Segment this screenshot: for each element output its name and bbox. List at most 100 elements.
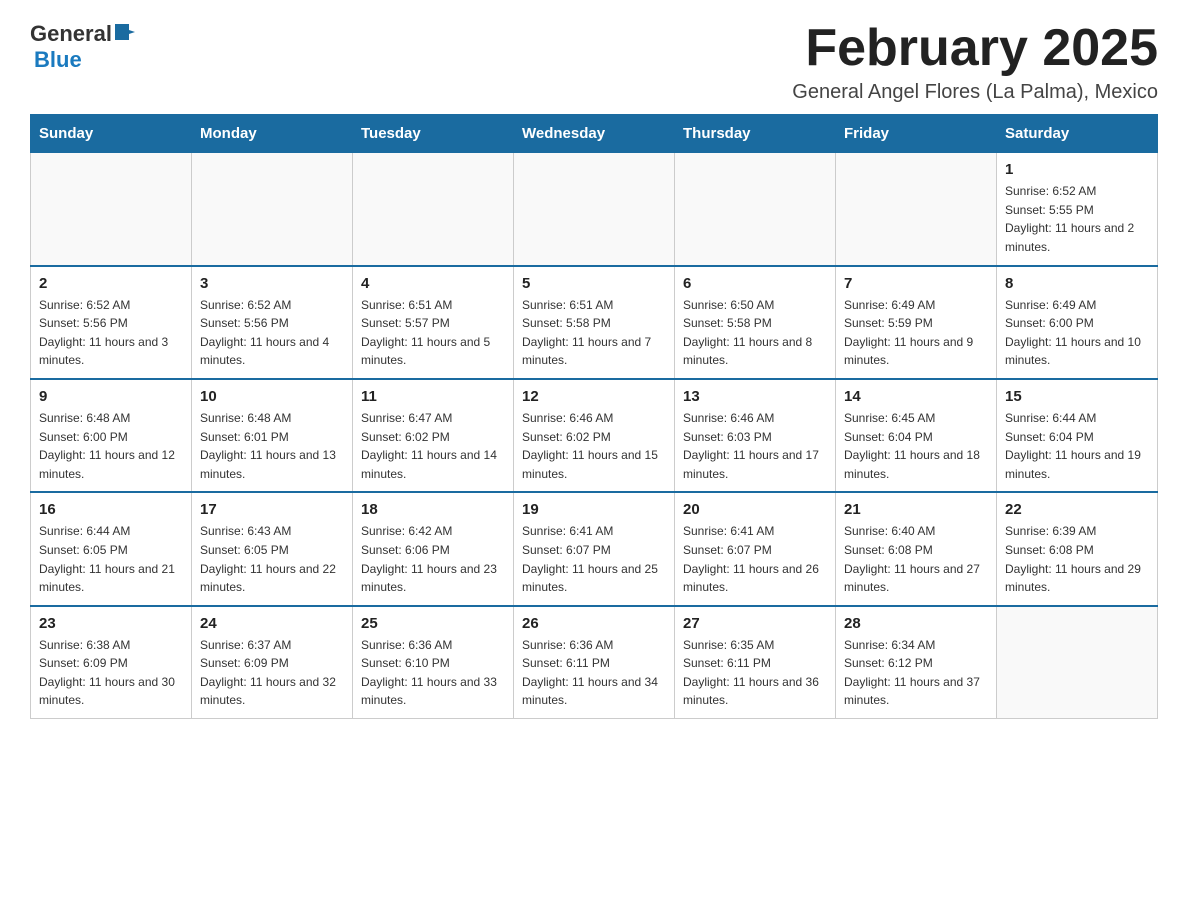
logo-general: General bbox=[30, 21, 112, 47]
calendar-cell-w1-d4 bbox=[514, 153, 675, 266]
day-number: 24 bbox=[200, 615, 344, 632]
day-number: 27 bbox=[683, 615, 827, 632]
calendar-cell-w5-d5: 27 Sunrise: 6:35 AMSunset: 6:11 PMDayligh… bbox=[675, 606, 836, 719]
header-sunday: Sunday bbox=[31, 115, 192, 153]
day-number: 12 bbox=[522, 388, 666, 405]
calendar-week-3: 9Sunrise: 6:48 AMSunset: 6:00 PMDaylight… bbox=[31, 379, 1158, 492]
day-number: 6 bbox=[683, 275, 827, 292]
day-number: 15 bbox=[1005, 388, 1149, 405]
day-info: Sunrise: 6:51 AMSunset: 5:57 PMDaylight:… bbox=[361, 296, 505, 370]
day-number: 2 bbox=[39, 275, 183, 292]
day-info: Sunrise: 6:44 AMSunset: 6:05 PMDaylight:… bbox=[39, 522, 183, 596]
day-number: 16 bbox=[39, 501, 183, 518]
calendar-cell-w3-d4: 12 Sunrise: 6:46 AMSunset: 6:02 PMDayligh… bbox=[514, 379, 675, 492]
header-tuesday: Tuesday bbox=[353, 115, 514, 153]
day-info: Sunrise: 6:43 AMSunset: 6:05 PMDaylight:… bbox=[200, 522, 344, 596]
day-number: 4 bbox=[361, 275, 505, 292]
day-number: 17 bbox=[200, 501, 344, 518]
calendar-cell-w3-d3: 11Sunrise: 6:47 AMSunset: 6:02 PMDayligh… bbox=[353, 379, 514, 492]
day-number: 26 bbox=[522, 615, 666, 632]
day-number: 5 bbox=[522, 275, 666, 292]
month-title: February 2025 bbox=[792, 20, 1158, 77]
calendar-week-5: 23Sunrise: 6:38 AMSunset: 6:09 PMDayligh… bbox=[31, 606, 1158, 719]
header-monday: Monday bbox=[192, 115, 353, 153]
calendar-cell-w2-d1: 2 Sunrise: 6:52 AMSunset: 5:56 PMDaylight… bbox=[31, 266, 192, 379]
day-number: 8 bbox=[1005, 275, 1149, 292]
day-number: 7 bbox=[844, 275, 988, 292]
calendar-cell-w4-d2: 17 Sunrise: 6:43 AMSunset: 6:05 PMDayligh… bbox=[192, 492, 353, 605]
day-info: Sunrise: 6:48 AMSunset: 6:01 PMDaylight:… bbox=[200, 409, 344, 483]
calendar-week-4: 16 Sunrise: 6:44 AMSunset: 6:05 PMDayligh… bbox=[31, 492, 1158, 605]
calendar-cell-w4-d6: 21 Sunrise: 6:40 AMSunset: 6:08 PMDayligh… bbox=[836, 492, 997, 605]
day-info: Sunrise: 6:39 AMSunset: 6:08 PMDaylight:… bbox=[1005, 522, 1149, 596]
day-info: Sunrise: 6:37 AMSunset: 6:09 PMDaylight:… bbox=[200, 636, 344, 710]
day-info: Sunrise: 6:51 AMSunset: 5:58 PMDaylight:… bbox=[522, 296, 666, 370]
calendar-cell-w3-d2: 10 Sunrise: 6:48 AMSunset: 6:01 PMDayligh… bbox=[192, 379, 353, 492]
day-number: 28 bbox=[844, 615, 988, 632]
day-number: 22 bbox=[1005, 501, 1149, 518]
day-info: Sunrise: 6:34 AMSunset: 6:12 PMDaylight:… bbox=[844, 636, 988, 710]
day-number: 13 bbox=[683, 388, 827, 405]
calendar-cell-w1-d3 bbox=[353, 153, 514, 266]
title-section: February 2025 General Angel Flores (La P… bbox=[792, 20, 1158, 104]
calendar-cell-w4-d1: 16 Sunrise: 6:44 AMSunset: 6:05 PMDayligh… bbox=[31, 492, 192, 605]
logo: General Blue bbox=[30, 20, 135, 73]
day-info: Sunrise: 6:52 AMSunset: 5:56 PMDaylight:… bbox=[200, 296, 344, 370]
day-number: 23 bbox=[39, 615, 183, 632]
calendar-cell-w2-d2: 3 Sunrise: 6:52 AMSunset: 5:56 PMDaylight… bbox=[192, 266, 353, 379]
calendar-cell-w3-d5: 13 Sunrise: 6:46 AMSunset: 6:03 PMDayligh… bbox=[675, 379, 836, 492]
calendar-cell-w2-d6: 7 Sunrise: 6:49 AMSunset: 5:59 PMDaylight… bbox=[836, 266, 997, 379]
day-info: Sunrise: 6:46 AMSunset: 6:02 PMDaylight:… bbox=[522, 409, 666, 483]
day-info: Sunrise: 6:50 AMSunset: 5:58 PMDaylight:… bbox=[683, 296, 827, 370]
calendar-cell-w1-d5 bbox=[675, 153, 836, 266]
calendar-cell-w2-d5: 6 Sunrise: 6:50 AMSunset: 5:58 PMDaylight… bbox=[675, 266, 836, 379]
calendar-cell-w4-d5: 20 Sunrise: 6:41 AMSunset: 6:07 PMDayligh… bbox=[675, 492, 836, 605]
header-wednesday: Wednesday bbox=[514, 115, 675, 153]
day-number: 21 bbox=[844, 501, 988, 518]
day-info: Sunrise: 6:46 AMSunset: 6:03 PMDaylight:… bbox=[683, 409, 827, 483]
day-info: Sunrise: 6:41 AMSunset: 6:07 PMDaylight:… bbox=[522, 522, 666, 596]
day-info: Sunrise: 6:36 AMSunset: 6:10 PMDaylight:… bbox=[361, 636, 505, 710]
page-header: General Blue February 2025 General Angel… bbox=[30, 20, 1158, 104]
location-title: General Angel Flores (La Palma), Mexico bbox=[792, 81, 1158, 104]
day-info: Sunrise: 6:35 AMSunset: 6:11 PMDaylight:… bbox=[683, 636, 827, 710]
day-info: Sunrise: 6:49 AMSunset: 6:00 PMDaylight:… bbox=[1005, 296, 1149, 370]
day-info: Sunrise: 6:41 AMSunset: 6:07 PMDaylight:… bbox=[683, 522, 827, 596]
calendar-cell-w1-d1 bbox=[31, 153, 192, 266]
day-number: 11 bbox=[361, 388, 505, 405]
calendar-cell-w5-d1: 23Sunrise: 6:38 AMSunset: 6:09 PMDayligh… bbox=[31, 606, 192, 719]
calendar-cell-w4-d3: 18 Sunrise: 6:42 AMSunset: 6:06 PMDayligh… bbox=[353, 492, 514, 605]
day-info: Sunrise: 6:52 AMSunset: 5:56 PMDaylight:… bbox=[39, 296, 183, 370]
day-info: Sunrise: 6:42 AMSunset: 6:06 PMDaylight:… bbox=[361, 522, 505, 596]
calendar-cell-w2-d3: 4 Sunrise: 6:51 AMSunset: 5:57 PMDaylight… bbox=[353, 266, 514, 379]
day-number: 3 bbox=[200, 275, 344, 292]
calendar-cell-w5-d2: 24 Sunrise: 6:37 AMSunset: 6:09 PMDayligh… bbox=[192, 606, 353, 719]
calendar-cell-w1-d2 bbox=[192, 153, 353, 266]
calendar-cell-w5-d3: 25Sunrise: 6:36 AMSunset: 6:10 PMDayligh… bbox=[353, 606, 514, 719]
calendar-cell-w3-d1: 9Sunrise: 6:48 AMSunset: 6:00 PMDaylight… bbox=[31, 379, 192, 492]
calendar-header-row: Sunday Monday Tuesday Wednesday Thursday… bbox=[31, 115, 1158, 153]
day-info: Sunrise: 6:45 AMSunset: 6:04 PMDaylight:… bbox=[844, 409, 988, 483]
header-friday: Friday bbox=[836, 115, 997, 153]
header-saturday: Saturday bbox=[997, 115, 1158, 153]
logo-arrow-icon bbox=[115, 22, 135, 42]
day-info: Sunrise: 6:48 AMSunset: 6:00 PMDaylight:… bbox=[39, 409, 183, 483]
calendar-cell-w4-d4: 19Sunrise: 6:41 AMSunset: 6:07 PMDayligh… bbox=[514, 492, 675, 605]
calendar-cell-w4-d7: 22 Sunrise: 6:39 AMSunset: 6:08 PMDayligh… bbox=[997, 492, 1158, 605]
calendar-week-2: 2 Sunrise: 6:52 AMSunset: 5:56 PMDaylight… bbox=[31, 266, 1158, 379]
day-number: 20 bbox=[683, 501, 827, 518]
day-info: Sunrise: 6:49 AMSunset: 5:59 PMDaylight:… bbox=[844, 296, 988, 370]
day-info: Sunrise: 6:36 AMSunset: 6:11 PMDaylight:… bbox=[522, 636, 666, 710]
calendar-cell-w5-d4: 26 Sunrise: 6:36 AMSunset: 6:11 PMDayligh… bbox=[514, 606, 675, 719]
calendar-cell-w3-d6: 14 Sunrise: 6:45 AMSunset: 6:04 PMDayligh… bbox=[836, 379, 997, 492]
calendar-cell-w5-d7 bbox=[997, 606, 1158, 719]
day-info: Sunrise: 6:40 AMSunset: 6:08 PMDaylight:… bbox=[844, 522, 988, 596]
day-number: 18 bbox=[361, 501, 505, 518]
calendar-cell-w1-d6 bbox=[836, 153, 997, 266]
day-number: 14 bbox=[844, 388, 988, 405]
day-number: 10 bbox=[200, 388, 344, 405]
day-info: Sunrise: 6:52 AMSunset: 5:55 PMDaylight:… bbox=[1005, 182, 1149, 256]
calendar-cell-w2-d4: 5 Sunrise: 6:51 AMSunset: 5:58 PMDaylight… bbox=[514, 266, 675, 379]
logo-blue: Blue bbox=[34, 47, 82, 73]
calendar-cell-w1-d7: 1Sunrise: 6:52 AMSunset: 5:55 PMDaylight… bbox=[997, 153, 1158, 266]
